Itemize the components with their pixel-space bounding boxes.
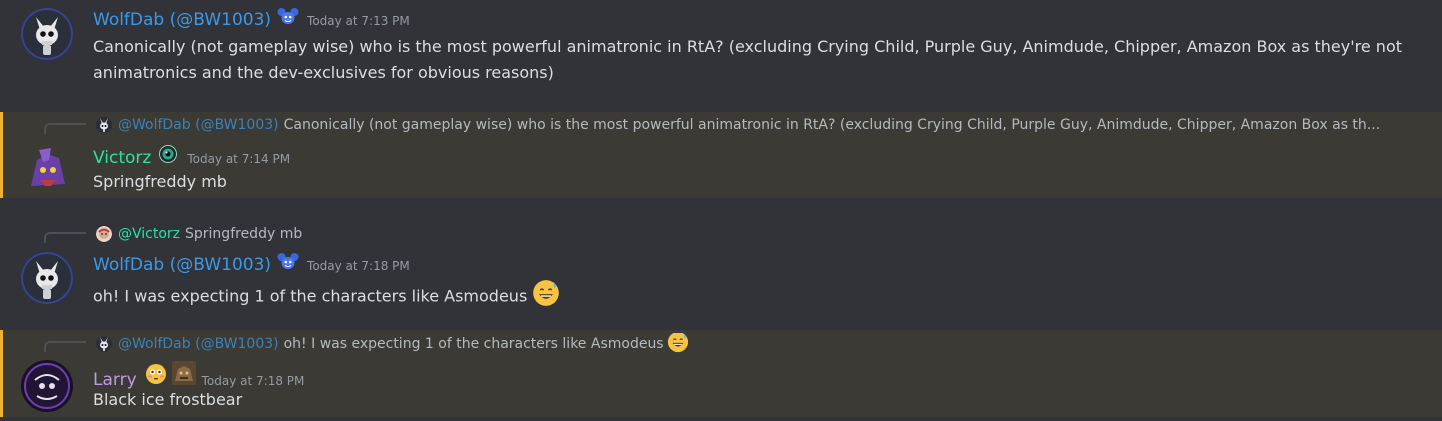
reply-text: Canonically (not gameplay wise) who is t… xyxy=(283,117,1381,133)
timestamp: Today at 7:14 PM xyxy=(187,152,291,166)
purple-animatronic-avatar-icon xyxy=(21,142,73,194)
message-text-row: oh! I was expecting 1 of the characters … xyxy=(93,279,560,315)
timestamp: Today at 7:18 PM xyxy=(307,259,410,273)
reply-text: oh! I was expecting 1 of the characters … xyxy=(283,336,664,352)
creature-badge-icon xyxy=(172,361,196,389)
reply-spine xyxy=(44,232,86,243)
author-name[interactable]: WolfDab (@BW1003) xyxy=(93,9,271,31)
reply-spine xyxy=(44,341,86,352)
author-name[interactable]: Victorz xyxy=(93,147,151,169)
dark-circle-avatar-icon xyxy=(21,360,73,412)
elderly-man-mini-avatar-icon xyxy=(96,226,112,242)
blue-mouse-badge-icon xyxy=(277,7,299,29)
eye-badge-icon xyxy=(157,145,179,167)
skeleton-bunny-avatar-icon xyxy=(21,252,73,304)
reply-preview[interactable]: @WolfDab (@BW1003) Canonically (not game… xyxy=(96,115,1436,135)
message-text: Springfreddy mb xyxy=(93,172,227,191)
message-4: @WolfDab (@BW1003) oh! I was expecting 1… xyxy=(0,330,1442,417)
skeleton-mini-avatar-icon xyxy=(96,117,112,133)
grinning-sweat-emoji-icon[interactable] xyxy=(532,279,560,315)
skeleton-bunny-avatar-icon xyxy=(21,8,73,60)
grinning-sweat-emoji-icon[interactable] xyxy=(667,333,689,355)
message-header: WolfDab (@BW1003) Today at 7:13 PM xyxy=(93,7,410,31)
message-text: Black ice frostbear xyxy=(93,390,243,409)
timestamp: Today at 7:18 PM xyxy=(201,374,305,388)
reply-mention[interactable]: @WolfDab (@BW1003) xyxy=(118,117,279,133)
user-avatar[interactable] xyxy=(21,8,73,60)
author-name[interactable]: WolfDab (@BW1003) xyxy=(93,254,271,276)
message-header: Victorz Today at 7:14 PM xyxy=(93,145,290,169)
message-2: @WolfDab (@BW1003) Canonically (not game… xyxy=(0,112,1442,198)
message-text: Canonically (not gameplay wise) who is t… xyxy=(93,37,1402,82)
reply-mention[interactable]: @WolfDab (@BW1003) xyxy=(118,336,279,352)
reply-spine xyxy=(44,123,86,134)
message-text: oh! I was expecting 1 of the characters … xyxy=(93,286,528,306)
flushed-face-badge-icon xyxy=(145,363,167,389)
timestamp: Today at 7:13 PM xyxy=(307,14,410,28)
message-header: WolfDab (@BW1003) Today at 7:18 PM xyxy=(93,252,410,276)
user-avatar[interactable] xyxy=(21,360,73,412)
skeleton-mini-avatar-icon xyxy=(96,336,112,352)
reply-preview[interactable]: @WolfDab (@BW1003) oh! I was expecting 1… xyxy=(96,333,1436,355)
message-1: WolfDab (@BW1003) Today at 7:13 PM Canon… xyxy=(0,0,1442,108)
blue-mouse-badge-icon xyxy=(277,252,299,274)
user-avatar[interactable] xyxy=(21,252,73,304)
reply-preview[interactable]: @Victorz Springfreddy mb xyxy=(96,224,1436,244)
user-avatar[interactable] xyxy=(21,142,73,194)
reply-mention[interactable]: @Victorz xyxy=(118,226,180,242)
message-3: @Victorz Springfreddy mb WolfDab (@BW100… xyxy=(0,218,1442,318)
reply-text: Springfreddy mb xyxy=(185,226,303,242)
